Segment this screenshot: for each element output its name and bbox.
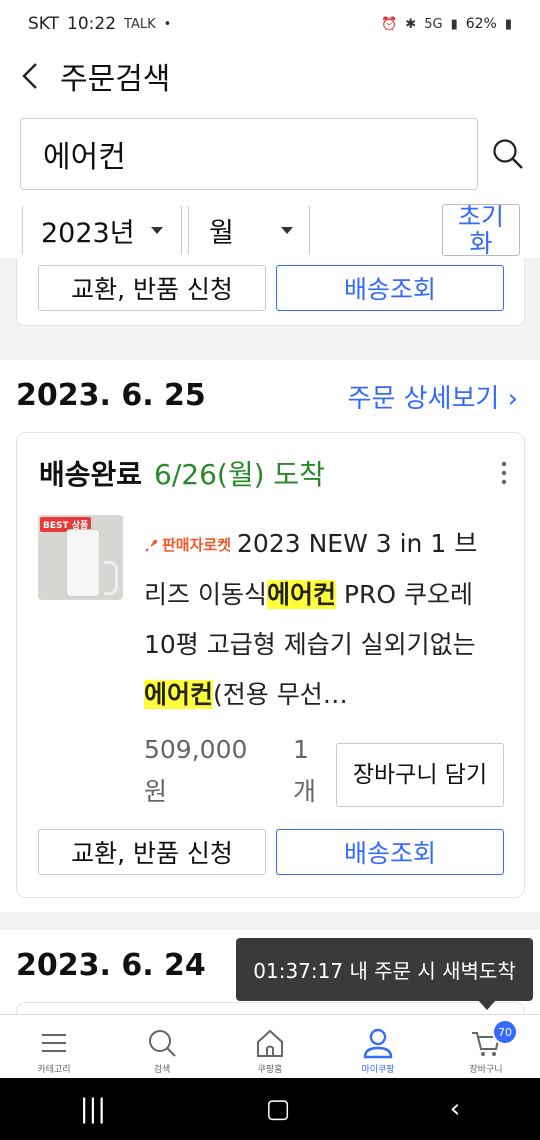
system-nav-bar: ||| ▢ ‹ [0,1078,540,1140]
order-date: 2023. 6. 25 [16,378,206,413]
menu-icon [42,1034,66,1052]
rocket-icon [145,540,157,552]
bluetooth-icon: ✱ [405,16,417,32]
bottom-nav: 카테고리 검색 쿠팡홈 마이쿠팡 장바구니 70 [0,1014,540,1078]
order-date: 2023. 6. 24 [16,948,206,983]
order-list[interactable]: 교환, 반품 신청 배송조회 2023. 6. 25 주문 상세보기 › 배송완… [0,258,540,1018]
seller-label: 판매자로켓 [162,536,232,554]
toast-pointer [478,1000,496,1010]
nav-search[interactable]: 검색 [108,1015,216,1078]
home-button-icon[interactable]: ▢ [266,1094,291,1124]
month-select[interactable]: 월 [188,206,310,254]
search-input[interactable] [20,118,478,190]
filter-row: 2023년 월 초기화 [0,200,540,260]
order-card-previous: 교환, 반품 신청 배송조회 [16,258,525,326]
delivery-status: 배송완료 6/26(월) 도착 [39,453,325,493]
product-thumbnail[interactable]: BEST 상품 [38,515,123,600]
status-label: 배송완료 [39,458,143,491]
nav-category[interactable]: 카테고리 [0,1015,108,1078]
tracking-button[interactable]: 배송조회 [276,829,504,875]
order-card: 배송완료 6/26(월) 도착 BEST 상품 판매자로켓 2023 NEW 3… [16,432,525,898]
exchange-return-button[interactable]: 교환, 반품 신청 [38,829,266,875]
page-title: 주문검색 [60,62,171,97]
add-to-cart-button[interactable]: 장바구니 담기 [336,743,504,807]
nav-label: 장바구니 [469,1065,503,1075]
chevron-down-icon [151,227,163,234]
talk-notification-icon: TALK [124,16,156,32]
network-icon: 5G [424,16,443,32]
search-row [20,118,523,192]
signal-icon: ▮ [450,16,458,32]
battery-icon: ▮ [504,16,512,32]
status-bar: SKT 10:22 TALK • ⏰ ✱ 5G ▮ 62% ▮ [0,0,540,48]
product-quantity: 1 개 [293,735,317,806]
nav-cart[interactable]: 장바구니 70 [432,1015,540,1078]
top-bar: 주문검색 [0,48,540,104]
title-text: (전용 무선… [213,680,348,709]
arrival-date: 6/26(월) 도착 [154,458,325,491]
back-icon[interactable] [18,63,42,89]
battery-level: 62% [465,16,497,32]
more-vertical-icon[interactable] [500,461,508,485]
carrier-label: SKT [28,14,60,34]
nav-label: 쿠팡홈 [257,1065,283,1075]
dot-icon: • [163,16,172,32]
year-select[interactable]: 2023년 [22,206,182,254]
title-highlight: 에어컨 [266,580,336,609]
reset-button[interactable]: 초기화 [442,204,520,256]
air-conditioner-image [66,529,100,597]
home-icon [257,1029,283,1057]
hose-graphic [104,561,118,595]
nav-label: 마이쿠팡 [361,1065,395,1075]
nav-mycoupang[interactable]: 마이쿠팡 [324,1015,432,1078]
exchange-return-button[interactable]: 교환, 반품 신청 [38,265,266,311]
order-group: 2023. 6. 25 주문 상세보기 › 배송완료 6/26(월) 도착 BE… [0,360,540,912]
clock: 10:22 [67,14,117,34]
tracking-button[interactable]: 배송조회 [276,265,504,311]
alarm-icon: ⏰ [381,16,398,32]
title-highlight: 에어컨 [144,680,214,709]
search-icon[interactable] [492,138,524,170]
product-price: 509,000 원 [144,735,248,806]
search-icon [149,1030,176,1057]
recent-apps-icon[interactable]: ||| [80,1094,106,1124]
person-icon [363,1028,393,1059]
cart-count-badge: 70 [492,1019,518,1045]
product-title[interactable]: 판매자로켓 2023 NEW 3 in 1 브리즈 이동식에어컨 PRO 쿠오레… [144,519,494,720]
year-value: 2023년 [41,217,135,249]
nav-label: 검색 [153,1065,171,1075]
chevron-down-icon [281,227,293,234]
nav-home[interactable]: 쿠팡홈 [216,1015,324,1078]
dawn-delivery-toast: 01:37:17 내 주문 시 새벽도착 [236,938,533,1001]
seller-rocket-badge: 판매자로켓 [144,520,231,570]
back-nav-icon[interactable]: ‹ [450,1094,460,1124]
nav-label: 카테고리 [37,1065,71,1075]
month-value: 월 [209,217,234,249]
order-detail-link[interactable]: 주문 상세보기 › [348,378,518,415]
